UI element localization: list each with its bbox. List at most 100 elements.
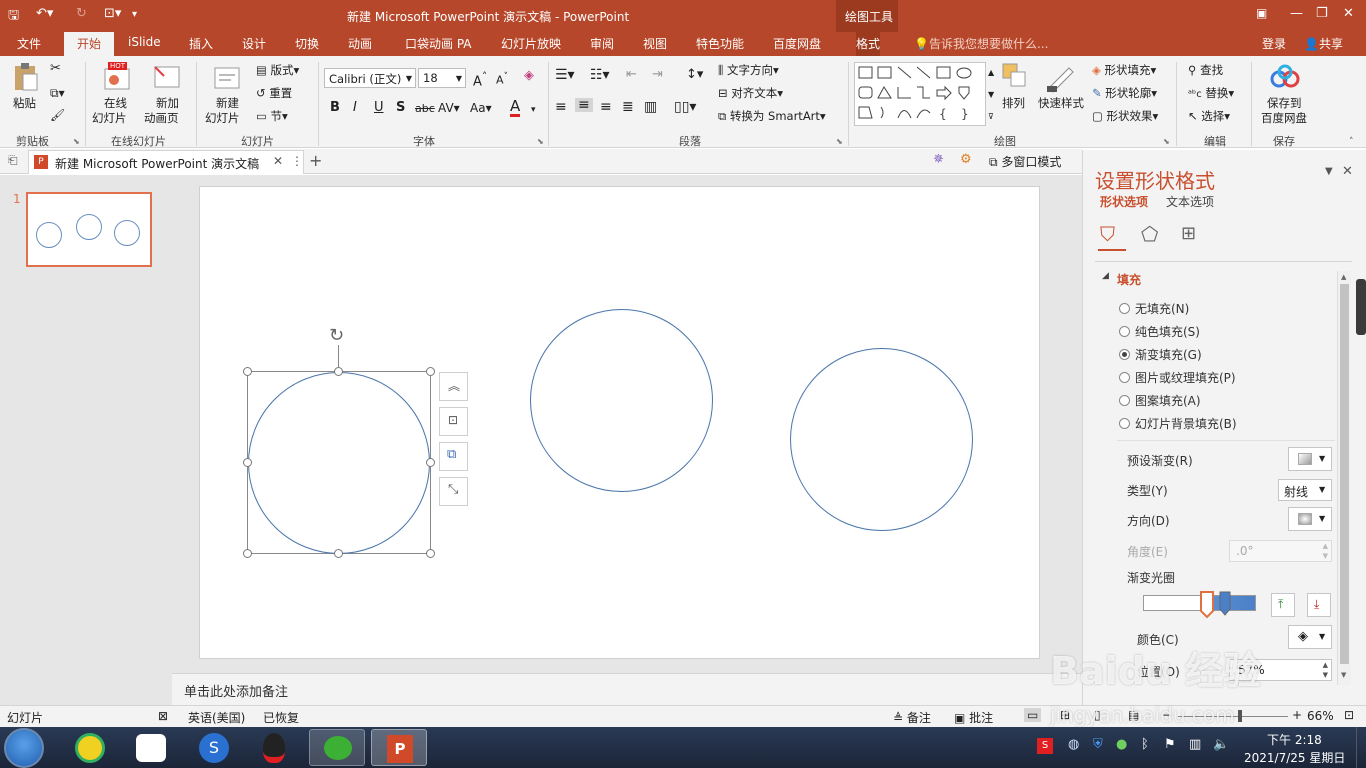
tab-view[interactable]: 视图 [643,35,667,52]
char-spacing-icon[interactable]: AV▾ [438,101,460,115]
taskbar-qq-music-icon[interactable] [63,729,119,766]
distributed-icon[interactable]: ▥ [644,100,657,114]
scroll-up-icon[interactable]: ▲ [1341,273,1346,281]
remove-stop-button[interactable]: ⤓ [1307,593,1331,617]
align-text-button[interactable]: ⊟ 对齐文本▾ [718,86,783,100]
tab-home[interactable]: 开始 [64,32,114,56]
font-launcher-icon[interactable]: ⬊ [537,135,544,149]
align-left-icon[interactable]: ≡ [555,100,567,114]
shape-outline-button[interactable]: ✎ 形状轮廓▾ [1092,86,1157,100]
shadow-icon[interactable]: S [396,101,405,115]
replace-button[interactable]: ᵃᵇc 替换▾ [1188,86,1234,102]
new-slide-button-line1[interactable]: 新建 [216,96,239,110]
section-button[interactable]: ▭ 节▾ [256,109,288,123]
justify-icon[interactable]: ≣ [622,100,634,114]
color-dropdown[interactable]: ◈ ▼ [1288,625,1332,649]
collapse-section-icon[interactable]: ◢ [1102,271,1109,281]
tray-volume-icon[interactable]: 🔈 [1213,737,1229,752]
undo-icon[interactable]: ↶▾ [36,6,53,21]
new-slide-icon[interactable] [212,62,242,92]
fit-slide-icon[interactable]: ⊡ [1344,708,1354,722]
gradient-stop-icon[interactable] [1219,591,1231,617]
comments-button[interactable]: ▣ 批注 [954,709,993,726]
collapse-ribbon-icon[interactable]: ˄ [1349,135,1354,149]
resize-handle[interactable] [426,549,435,558]
tab-review[interactable]: 审阅 [590,35,614,52]
size-properties-icon[interactable]: ⊞ [1181,223,1196,244]
save-icon[interactable]: 🖫 [8,6,19,28]
preset-gradient-dropdown[interactable]: ▼ [1288,447,1332,471]
fill-option-background[interactable]: 幻灯片背景填充(B) [1119,415,1237,432]
tab-shape-options[interactable]: 形状选项 [1100,193,1148,210]
layout-button[interactable]: ▤ 版式▾ [256,63,299,77]
cut-icon[interactable]: ✂ [50,62,61,76]
select-button[interactable]: ↖ 选择▾ [1188,109,1230,123]
new-animation-button-line1[interactable]: 新加 [156,96,179,110]
decrease-indent-icon[interactable]: ⇤ [626,68,637,82]
size-button[interactable]: ⤡ [439,477,468,506]
taskbar-sogou-icon[interactable]: S [186,729,242,766]
align-right-icon[interactable]: ≡ [600,100,612,114]
resize-handle[interactable] [243,367,252,376]
convert-smartart-button[interactable]: ⧉ 转换为 SmartArt▾ [718,109,826,123]
paste-button[interactable]: 粘贴 [13,96,36,110]
taskbar-time[interactable]: 下午 2:18 [1267,731,1322,748]
zoom-slider-thumb[interactable] [1238,710,1242,722]
circle-shape[interactable] [790,348,973,531]
format-painter-icon[interactable]: 🖌 [50,108,65,122]
tab-design[interactable]: 设计 [242,35,266,52]
close-icon[interactable]: ✕ [1343,6,1354,21]
tell-me-box[interactable]: 💡告诉我您想要做什么... [914,35,1048,52]
font-size-combo[interactable]: 18 ▼ [418,68,466,88]
fill-option-pattern[interactable]: 图案填充(A) [1119,392,1201,409]
slide-indicator[interactable]: 幻灯片 [7,709,43,726]
start-from-beginning-icon[interactable]: ⊡▾ [104,6,121,21]
taskbar-qq-icon[interactable] [247,729,303,766]
scrollbar-thumb[interactable] [1340,284,1349,664]
tab-special[interactable]: 特色功能 [696,35,744,52]
gallery-scroll-down-icon[interactable]: ▼ [988,88,994,102]
resize-handle[interactable] [334,367,343,376]
tab-islide[interactable]: iSlide [128,35,161,49]
numbering-icon[interactable]: ☷▾ [590,68,610,82]
restore-icon[interactable]: ❐ [1316,6,1328,21]
clear-formatting-icon[interactable]: ◈ [524,69,534,83]
magic-wand-icon[interactable]: ✵ [933,152,944,167]
taskbar-wechat-icon[interactable] [309,729,365,766]
grow-font-icon[interactable]: A˄ [473,70,487,89]
taskbar-powerpoint-icon[interactable]: P [371,729,427,766]
circle-shape-selected[interactable] [248,372,430,554]
shape-fill-button[interactable]: ◈ 形状填充▾ [1092,63,1156,77]
add-stop-button[interactable]: ⤒ [1271,593,1295,617]
arrange-icon[interactable] [1001,62,1031,92]
close-tab-icon[interactable]: ✕ [273,154,283,168]
sign-in-link[interactable]: 登录 [1262,35,1286,52]
language-indicator[interactable]: 英语(美国) [188,709,245,726]
quick-styles-icon[interactable] [1045,62,1077,94]
online-slides-button-line2[interactable]: 幻灯片 [92,111,127,125]
change-case-icon[interactable]: Aa▾ [470,101,492,115]
resize-handle[interactable] [243,458,252,467]
find-button[interactable]: ⚲ 查找 [1188,63,1223,77]
paragraph-launcher-icon[interactable]: ⬊ [836,135,843,149]
new-tab-icon[interactable]: + [309,151,322,170]
italic-icon[interactable]: I [353,101,357,115]
type-dropdown[interactable]: 射线 ▼ [1278,479,1332,501]
clipboard-launcher-icon[interactable]: ⬊ [73,135,80,149]
baidu-cloud-icon[interactable] [1270,64,1300,90]
customize-qat-icon[interactable]: ▾ [132,9,137,20]
notes-pane[interactable]: 单击此处添加备注 [172,673,1082,705]
tray-network-icon[interactable]: ▥ [1189,737,1201,752]
resize-handle[interactable] [426,458,435,467]
fill-section-header[interactable]: 填充 [1117,271,1141,288]
online-slides-button-line1[interactable]: 在线 [104,96,127,110]
font-name-combo[interactable]: Calibri (正文) ▼ [324,68,416,88]
pane-options-icon[interactable]: ▼ [1325,166,1333,177]
zoom-in-icon[interactable]: + [1292,708,1302,722]
bullets-icon[interactable]: ☰▾ [555,68,575,82]
tray-wechat-icon[interactable]: ● [1116,737,1127,752]
settings-icon[interactable]: ⚙ [960,152,972,167]
fill-option-none[interactable]: 无填充(N) [1119,300,1189,317]
multiwindow-button[interactable]: ⧉ 多窗口模式 [989,153,1061,170]
chevron-down-icon[interactable]: ▾ [531,103,536,117]
